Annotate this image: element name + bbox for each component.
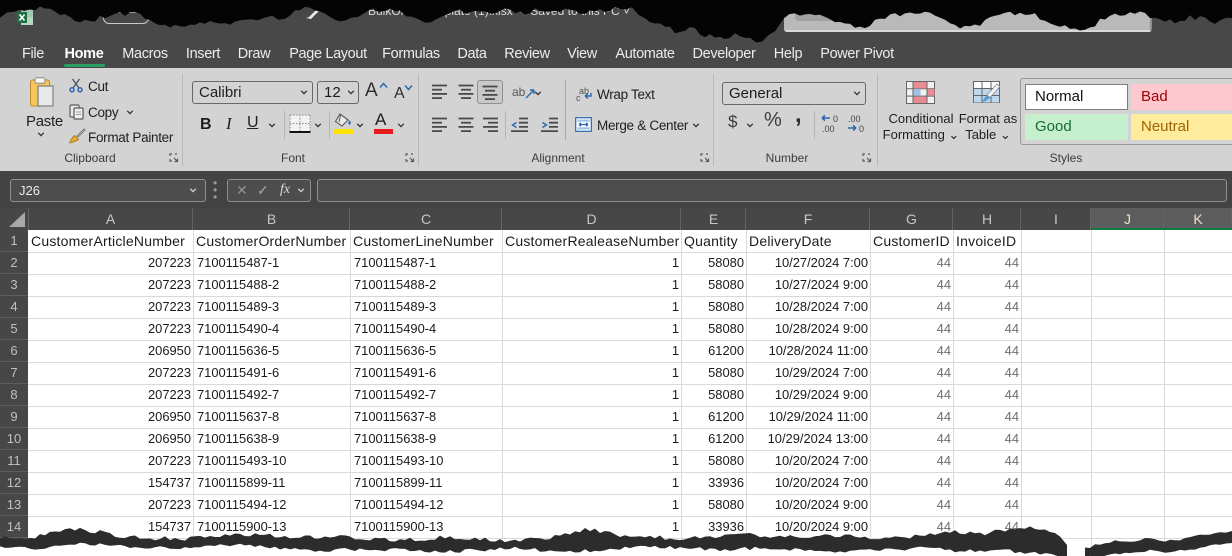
svg-text:0: 0 bbox=[833, 114, 838, 124]
svg-text:c: c bbox=[576, 93, 581, 102]
svg-text:.00: .00 bbox=[822, 124, 835, 133]
svg-text:0: 0 bbox=[859, 124, 864, 133]
svg-text:ab: ab bbox=[512, 85, 526, 99]
svg-text:.00: .00 bbox=[848, 114, 861, 124]
